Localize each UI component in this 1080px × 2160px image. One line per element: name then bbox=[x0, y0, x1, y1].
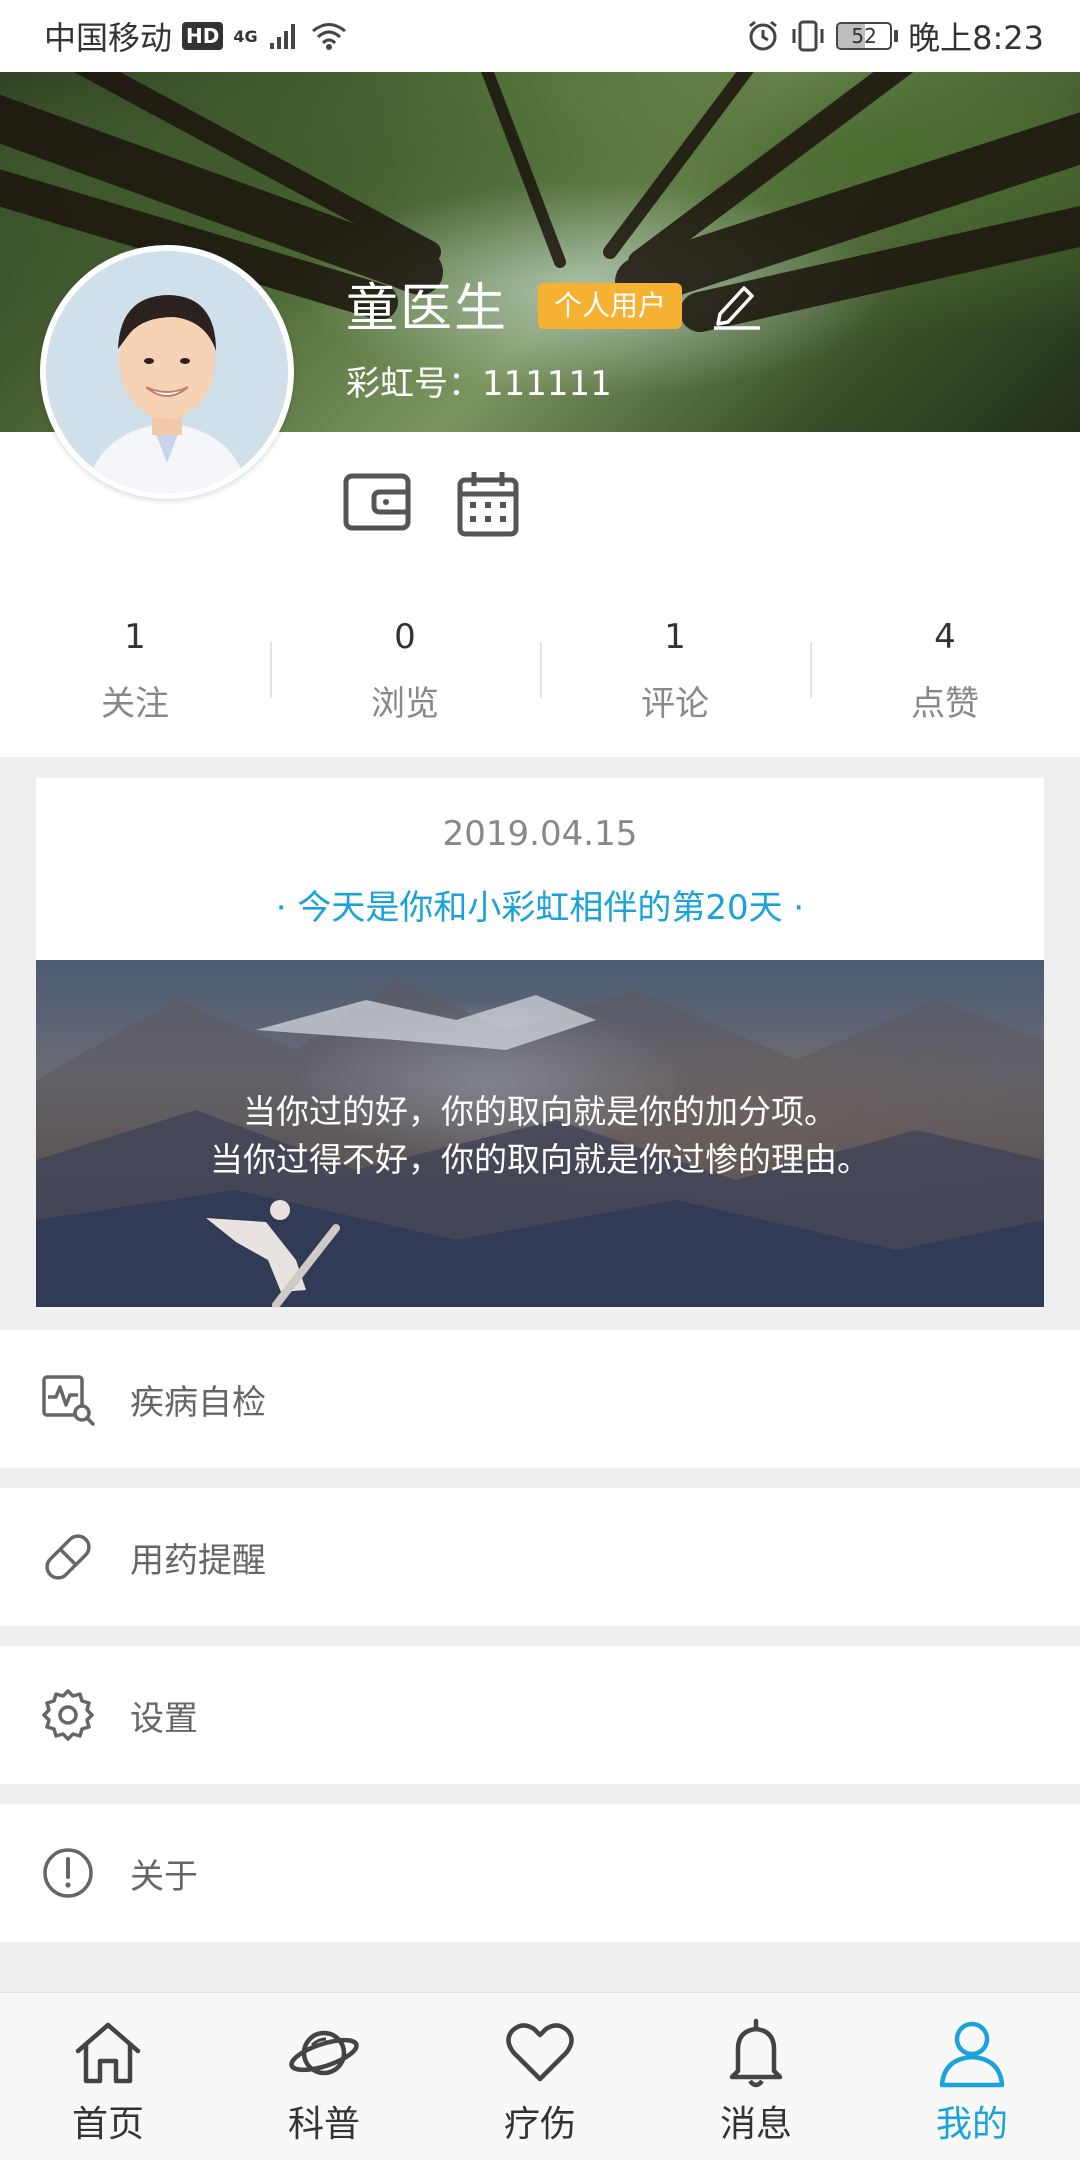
nav-mine[interactable]: 我的 bbox=[864, 1993, 1080, 2160]
battery-indicator: 52 bbox=[836, 22, 899, 50]
carrier-name: 中国移动 bbox=[44, 19, 173, 57]
daily-quote-image: 当你过的好，你的取向就是你的加分项。 当你过得不好，你的取向就是你过惨的理由。 bbox=[36, 960, 1044, 1307]
daily-date: 2019.04.15 bbox=[442, 814, 638, 854]
nav-label: 科普 bbox=[287, 2104, 360, 2145]
nav-healing[interactable]: 疗伤 bbox=[432, 1993, 648, 2160]
pencil-icon bbox=[714, 286, 760, 330]
menu-item-settings[interactable]: 设置 bbox=[0, 1646, 1080, 1784]
pill-icon bbox=[45, 1534, 91, 1580]
menu-label: 设置 bbox=[130, 1698, 198, 1739]
stat-views[interactable]: 0 浏览 bbox=[270, 612, 540, 732]
heart-icon bbox=[506, 2023, 574, 2082]
calendar-icon bbox=[457, 472, 519, 537]
calendar-button[interactable] bbox=[456, 470, 520, 538]
stat-value: 4 bbox=[934, 617, 956, 657]
nav-label: 消息 bbox=[719, 2104, 792, 2145]
user-id: 彩虹号：111111 bbox=[346, 364, 612, 404]
stats-row: 1 关注 0 浏览 1 评论 4 点赞 bbox=[0, 612, 1080, 732]
avatar[interactable] bbox=[40, 245, 294, 499]
signal-icon bbox=[269, 24, 295, 49]
nav-science[interactable]: 科普 bbox=[216, 1993, 432, 2160]
stat-value: 1 bbox=[664, 617, 686, 657]
nav-home[interactable]: 首页 bbox=[0, 1993, 216, 2160]
stat-follow[interactable]: 1 关注 bbox=[0, 612, 270, 732]
menu-item-medication-reminder[interactable]: 用药提醒 bbox=[0, 1488, 1080, 1626]
menu-label: 用药提醒 bbox=[130, 1540, 266, 1581]
stat-label: 关注 bbox=[101, 684, 169, 724]
quote-line-2: 当你过得不好，你的取向就是你过惨的理由。 bbox=[210, 1140, 870, 1179]
status-time: 晚上8:23 bbox=[908, 19, 1044, 57]
alarm-icon bbox=[749, 20, 778, 51]
bell-icon bbox=[729, 2018, 783, 2088]
menu-item-self-check[interactable]: 疾病自检 bbox=[0, 1330, 1080, 1468]
stat-comments[interactable]: 1 评论 bbox=[540, 612, 810, 732]
stat-label: 点赞 bbox=[911, 684, 979, 724]
nav-messages[interactable]: 消息 bbox=[648, 1993, 864, 2160]
wallet-icon bbox=[343, 473, 411, 531]
health-check-icon bbox=[42, 1375, 95, 1426]
user-icon bbox=[939, 2021, 1005, 2088]
planet-icon bbox=[289, 2030, 359, 2076]
gear-icon bbox=[42, 1689, 94, 1741]
user-name: 童医生 bbox=[346, 279, 509, 339]
menu-label: 关于 bbox=[130, 1856, 198, 1897]
edit-profile-button[interactable] bbox=[708, 274, 764, 330]
info-icon bbox=[43, 1848, 93, 1898]
stat-value: 1 bbox=[124, 617, 146, 657]
bottom-nav: 首页 科普 疗伤 消息 我的 bbox=[0, 1992, 1080, 2160]
wallet-button[interactable] bbox=[342, 470, 414, 534]
stat-likes[interactable]: 4 点赞 bbox=[810, 612, 1080, 732]
menu-label: 疾病自检 bbox=[130, 1382, 266, 1423]
companion-days-message: · 今天是你和小彩虹相伴的第20天 · bbox=[275, 888, 805, 928]
menu-item-about[interactable]: 关于 bbox=[0, 1804, 1080, 1942]
nav-label: 疗伤 bbox=[503, 2104, 576, 2145]
stat-value: 0 bbox=[394, 617, 416, 657]
network-type: 4G bbox=[233, 26, 258, 46]
user-type-badge: 个人用户 bbox=[538, 283, 683, 329]
nav-label: 我的 bbox=[935, 2104, 1008, 2145]
home-icon bbox=[75, 2022, 141, 2084]
stat-label: 评论 bbox=[641, 684, 709, 724]
status-bar: 中国移动 HD 4G 52 晚上8:23 bbox=[0, 0, 1080, 72]
vibrate-icon bbox=[792, 20, 824, 52]
wifi-icon bbox=[311, 23, 346, 50]
daily-card[interactable]: 2019.04.15 · 今天是你和小彩虹相伴的第20天 · 当你过的好，你的取… bbox=[36, 778, 1044, 1307]
hd-badge: HD bbox=[182, 22, 224, 50]
daily-quote: 当你过的好，你的取向就是你的加分项。 当你过得不好，你的取向就是你过惨的理由。 bbox=[36, 1088, 1044, 1184]
stat-label: 浏览 bbox=[371, 684, 439, 724]
quote-line-1: 当你过的好，你的取向就是你的加分项。 bbox=[243, 1092, 837, 1131]
nav-label: 首页 bbox=[71, 2104, 144, 2145]
